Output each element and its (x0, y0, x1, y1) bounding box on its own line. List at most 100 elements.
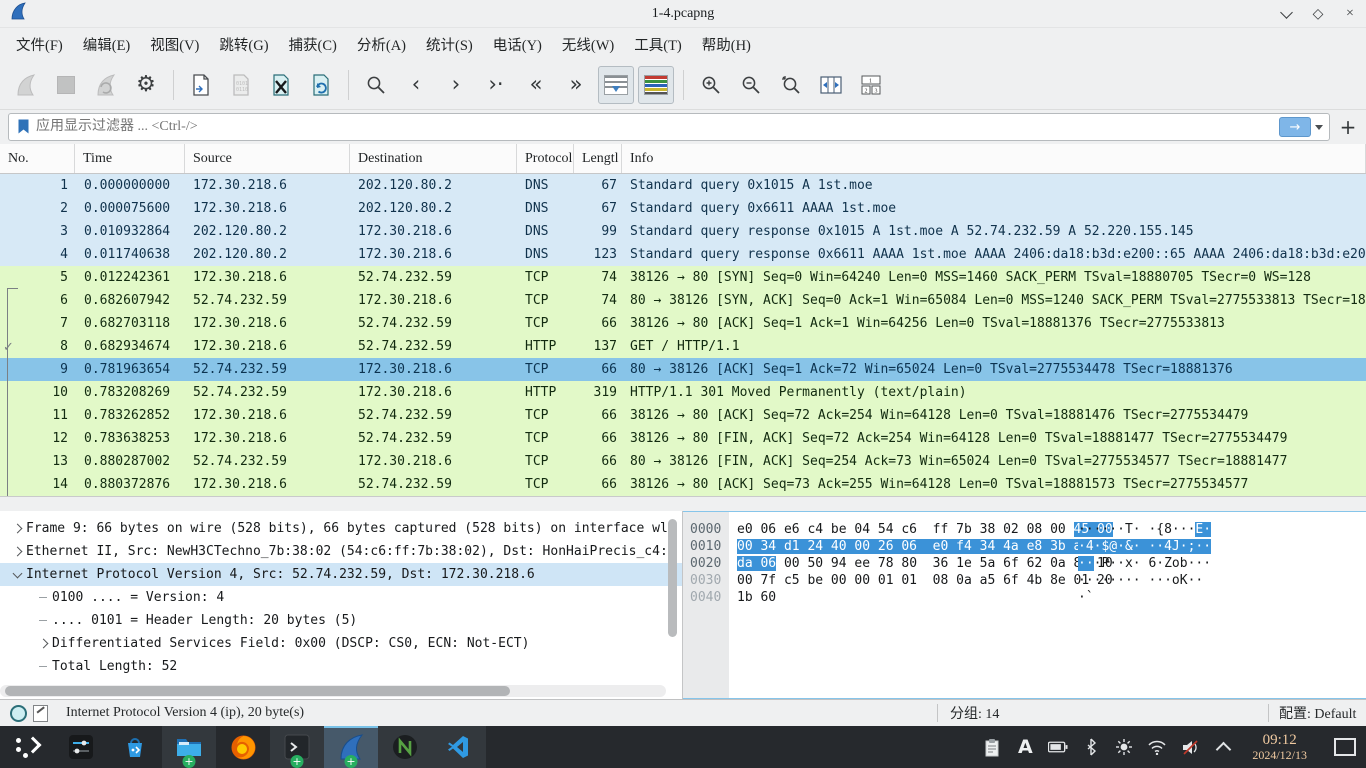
filter-dropdown-caret[interactable] (1315, 125, 1323, 134)
close-button[interactable]: × (1342, 6, 1358, 22)
menu-item-8[interactable]: 无线(W) (552, 30, 624, 59)
go-to-packet-button[interactable]: ›· (478, 66, 514, 104)
taskbar-terminal-button[interactable]: + (270, 726, 324, 768)
title-bar[interactable]: 1-4.pcapng ◇ × (0, 0, 1366, 28)
reload-file-button[interactable] (303, 66, 339, 104)
menu-item-4[interactable]: 捕获(C) (279, 30, 347, 59)
open-file-button[interactable] (183, 66, 219, 104)
display-filter-input[interactable] (34, 118, 1279, 136)
tree-toggle-icon[interactable] (8, 573, 26, 577)
menu-item-7[interactable]: 电话(Y) (483, 30, 552, 59)
menu-item-2[interactable]: 视图(V) (140, 30, 209, 59)
menu-item-5[interactable]: 分析(A) (347, 30, 416, 59)
go-back-button[interactable]: ‹ (398, 66, 434, 104)
capture-comment-icon[interactable] (33, 705, 48, 722)
pane-splitter[interactable] (0, 496, 1366, 511)
detail-line-4[interactable]: .... 0101 = Header Length: 20 bytes (5) (0, 609, 682, 632)
stop-capture-button[interactable] (48, 66, 84, 104)
auto-scroll-toggle[interactable] (598, 66, 634, 104)
taskbar-firefox-button[interactable] (216, 726, 270, 768)
hex-row-1[interactable]: 001000 34 d1 24 40 00 26 06 e0 f4 34 4a … (683, 538, 1366, 555)
column-header-1[interactable]: Time (75, 144, 185, 173)
detail-line-1[interactable]: Ethernet II, Src: NewH3CTechno_7b:38:02 … (0, 540, 682, 563)
packet-row-8[interactable]: 80.682934674172.30.218.652.74.232.59HTTP… (0, 335, 1366, 358)
menu-item-0[interactable]: 文件(F) (6, 30, 73, 59)
packet-row-13[interactable]: 130.88028700252.74.232.59172.30.218.6TCP… (0, 450, 1366, 473)
save-file-button[interactable]: 01010110 (223, 66, 259, 104)
minimize-button[interactable] (1278, 6, 1294, 22)
battery-icon[interactable] (1048, 737, 1068, 757)
maximize-button[interactable]: ◇ (1310, 6, 1326, 22)
packet-row-7[interactable]: 70.682703118172.30.218.652.74.232.59TCP6… (0, 312, 1366, 335)
scrollbar-thumb[interactable] (5, 686, 510, 696)
zoom-reset-button[interactable] (773, 66, 809, 104)
packet-row-5[interactable]: 50.012242361172.30.218.652.74.232.59TCP7… (0, 266, 1366, 289)
column-header-0[interactable]: No. (0, 144, 75, 173)
keyboard-layout-icon[interactable]: A (1015, 737, 1035, 757)
packet-row-10[interactable]: 100.78320826952.74.232.59172.30.218.6HTT… (0, 381, 1366, 404)
taskbar-neovim-button[interactable] (378, 726, 432, 768)
zoom-out-button[interactable] (733, 66, 769, 104)
capture-options-button[interactable]: ⚙ (128, 66, 164, 104)
find-packet-button[interactable] (358, 66, 394, 104)
colorize-toggle[interactable] (638, 66, 674, 104)
column-header-2[interactable]: Source (185, 144, 350, 173)
volume-muted-icon[interactable] (1180, 737, 1200, 757)
detail-line-3[interactable]: 0100 .... = Version: 4 (0, 586, 682, 609)
detail-line-6[interactable]: Total Length: 52 (0, 655, 682, 678)
layout-chooser-button[interactable]: 123 (853, 66, 889, 104)
first-packet-button[interactable]: « (518, 66, 554, 104)
clipboard-icon[interactable] (982, 737, 1002, 757)
taskbar-clock[interactable]: 09:12 2024/12/13 (1252, 733, 1307, 761)
packet-row-9[interactable]: 90.78196365452.74.232.59172.30.218.6TCP6… (0, 358, 1366, 381)
bookmark-icon[interactable] (17, 118, 30, 136)
start-capture-button[interactable] (8, 66, 44, 104)
bluetooth-icon[interactable] (1081, 737, 1101, 757)
tree-toggle-icon[interactable] (34, 640, 52, 647)
tree-toggle-icon[interactable] (8, 548, 26, 555)
column-header-3[interactable]: Destination (350, 144, 517, 173)
taskbar-wireshark-button[interactable]: + (324, 726, 378, 768)
taskbar-discover-button[interactable] (108, 726, 162, 768)
column-header-4[interactable]: Protocol (517, 144, 574, 173)
menu-item-10[interactable]: 帮助(H) (692, 30, 761, 59)
packet-row-4[interactable]: 40.011740638202.120.80.2172.30.218.6DNS1… (0, 243, 1366, 266)
taskbar-vscode-button[interactable] (432, 726, 486, 768)
packet-row-1[interactable]: 10.000000000172.30.218.6202.120.80.2DNS6… (0, 174, 1366, 197)
menu-item-6[interactable]: 统计(S) (416, 30, 483, 59)
column-header-5[interactable]: Lengtl (574, 144, 622, 173)
zoom-in-button[interactable] (693, 66, 729, 104)
hex-row-4[interactable]: 00401b 60·` (683, 589, 1366, 606)
apply-filter-button[interactable]: → (1279, 117, 1311, 137)
brightness-icon[interactable] (1114, 737, 1134, 757)
tree-toggle-icon[interactable] (8, 525, 26, 532)
packet-row-2[interactable]: 20.000075600172.30.218.6202.120.80.2DNS6… (0, 197, 1366, 220)
hex-row-0[interactable]: 0000e0 06 e6 c4 be 04 54 c6 ff 7b 38 02 … (683, 521, 1366, 538)
packet-row-6[interactable]: 60.68260794252.74.232.59172.30.218.6TCP7… (0, 289, 1366, 312)
detail-horizontal-scrollbar[interactable] (0, 685, 666, 697)
hex-row-2[interactable]: 0020da 06 00 50 94 ee 78 80 36 1e 5a 6f … (683, 555, 1366, 572)
restart-capture-button[interactable] (88, 66, 124, 104)
detail-line-0[interactable]: Frame 9: 66 bytes on wire (528 bits), 66… (0, 517, 682, 540)
expert-info-icon[interactable] (10, 705, 27, 722)
menu-item-1[interactable]: 编辑(E) (73, 30, 141, 59)
resize-columns-button[interactable] (813, 66, 849, 104)
menu-item-3[interactable]: 跳转(G) (209, 30, 278, 59)
expand-tray-chevron-icon[interactable] (1213, 737, 1233, 757)
detail-line-2[interactable]: Internet Protocol Version 4, Src: 52.74.… (0, 563, 682, 586)
detail-vertical-scrollbar[interactable] (668, 519, 677, 637)
packet-row-3[interactable]: 30.010932864202.120.80.2172.30.218.6DNS9… (0, 220, 1366, 243)
show-desktop-button[interactable] (1334, 738, 1356, 756)
go-forward-button[interactable]: › (438, 66, 474, 104)
display-filter-field[interactable]: → (8, 113, 1330, 141)
wifi-icon[interactable] (1147, 737, 1167, 757)
status-profile[interactable]: 配置: Default (1269, 703, 1366, 723)
menu-item-9[interactable]: 工具(T) (624, 30, 692, 59)
column-header-6[interactable]: Info (622, 144, 1366, 173)
add-filter-button[interactable]: + (1338, 115, 1358, 139)
packet-row-14[interactable]: 140.880372876172.30.218.652.74.232.59TCP… (0, 473, 1366, 496)
taskbar-launcher-button[interactable] (0, 726, 54, 768)
taskbar-settings-button[interactable] (54, 726, 108, 768)
packet-row-11[interactable]: 110.783262852172.30.218.652.74.232.59TCP… (0, 404, 1366, 427)
close-file-button[interactable] (263, 66, 299, 104)
